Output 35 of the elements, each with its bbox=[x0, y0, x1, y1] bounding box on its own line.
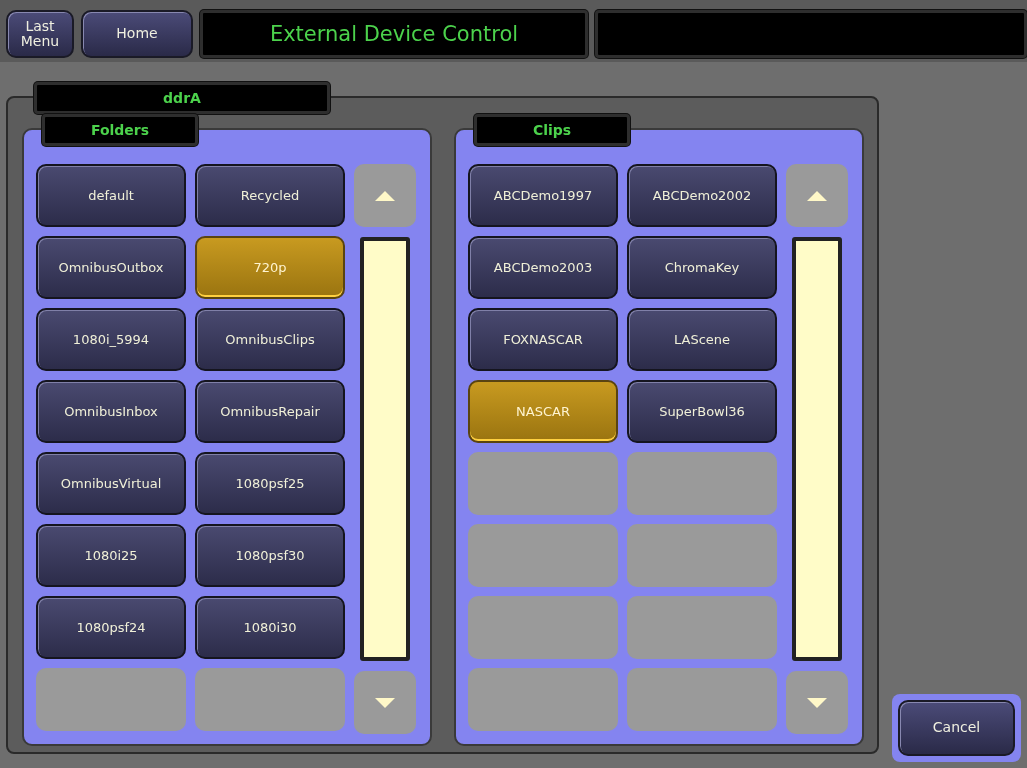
list-item-button[interactable]: OmnibusRepair bbox=[195, 380, 345, 443]
down-arrow-icon bbox=[375, 697, 395, 708]
scroll-down-button[interactable] bbox=[786, 671, 848, 734]
list-item-button[interactable]: ABCDemo2002 bbox=[627, 164, 777, 227]
device-name: ddrA bbox=[34, 82, 330, 114]
scroll-down-button[interactable] bbox=[354, 671, 416, 734]
list-item-button[interactable]: 1080psf25 bbox=[195, 452, 345, 515]
scroll-up-button[interactable] bbox=[354, 164, 416, 227]
list-item-button[interactable]: Recycled bbox=[195, 164, 345, 227]
list-item-button[interactable]: 1080psf24 bbox=[36, 596, 186, 659]
list-item-button[interactable]: FOXNASCAR bbox=[468, 308, 618, 371]
list-item-button[interactable]: 1080i30 bbox=[195, 596, 345, 659]
list-item-button[interactable]: default bbox=[36, 164, 186, 227]
window-title: External Device Control bbox=[200, 10, 588, 58]
home-button[interactable]: Home bbox=[81, 10, 193, 58]
list-item-button[interactable]: ABCDemo2003 bbox=[468, 236, 618, 299]
list-item-button[interactable]: LAScene bbox=[627, 308, 777, 371]
list-item-button[interactable]: ChromaKey bbox=[627, 236, 777, 299]
up-arrow-icon bbox=[807, 190, 827, 201]
list-item-button[interactable]: OmnibusVirtual bbox=[36, 452, 186, 515]
down-arrow-icon bbox=[807, 697, 827, 708]
cancel-button[interactable]: Cancel bbox=[898, 700, 1015, 756]
last-menu-button[interactable]: Last Menu bbox=[6, 10, 74, 58]
list-item-button[interactable]: OmnibusInbox bbox=[36, 380, 186, 443]
list-item-button[interactable]: OmnibusOutbox bbox=[36, 236, 186, 299]
list-item-button[interactable]: 1080i25 bbox=[36, 524, 186, 587]
list-item-button[interactable]: OmnibusClips bbox=[195, 308, 345, 371]
scroll-up-button[interactable] bbox=[786, 164, 848, 227]
list-item-button[interactable]: ABCDemo1997 bbox=[468, 164, 618, 227]
up-arrow-icon bbox=[375, 190, 395, 201]
list-item-button[interactable]: 1080psf30 bbox=[195, 524, 345, 587]
panel-title: Folders bbox=[42, 114, 198, 146]
panel-title: Clips bbox=[474, 114, 630, 146]
list-item-button[interactable]: 1080i_5994 bbox=[36, 308, 186, 371]
list-item-button[interactable]: SuperBowl36 bbox=[627, 380, 777, 443]
